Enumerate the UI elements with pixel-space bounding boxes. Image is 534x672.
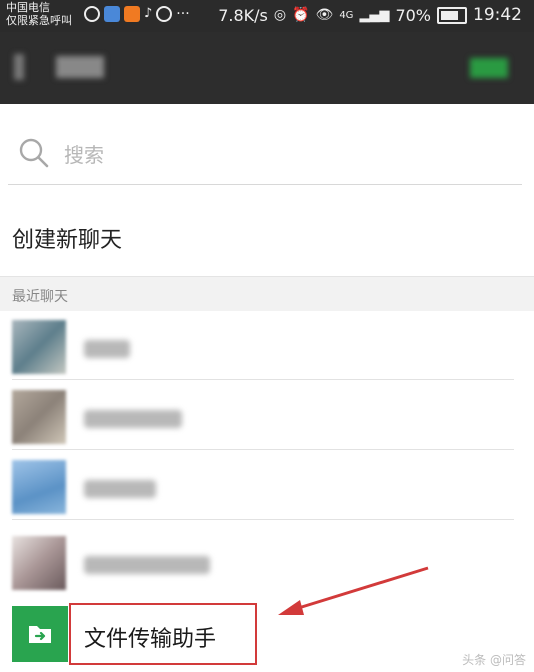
divider (12, 449, 514, 450)
chat-name (84, 410, 182, 428)
create-new-chat-button[interactable]: 创建新聊天 (12, 222, 122, 254)
app-notification-icon (104, 6, 120, 22)
header-action-button[interactable] (470, 58, 508, 78)
recent-chats-header: 最近聊天 (0, 276, 534, 311)
chat-list-item[interactable] (0, 384, 534, 450)
avatar (12, 390, 66, 444)
search-bar[interactable]: 搜索 (8, 122, 522, 185)
wifi-icon: ◎ (273, 7, 287, 23)
carrier-status: 仅限紧急呼叫 (6, 14, 72, 27)
tiktok-icon: ♪ (144, 6, 153, 21)
chat-list-item[interactable] (0, 314, 534, 380)
battery-icon (437, 6, 467, 24)
status-right: 7.8K/s ◎ ⏰ 👁 4G ▂▄▆ 70% 19:42 (218, 5, 522, 25)
annotation-arrow (278, 566, 429, 615)
file-transfer-assistant-label[interactable]: 文件传输助手 (84, 621, 216, 653)
chat-list-item[interactable] (0, 454, 534, 520)
folder-arrow-icon[interactable] (12, 606, 68, 662)
more-icon: ··· (176, 6, 190, 22)
app-notification-icon (84, 6, 100, 22)
avatar (12, 536, 66, 590)
search-icon (19, 138, 49, 168)
eye-icon: 👁 (315, 7, 334, 23)
battery-percent: 70% (395, 5, 431, 25)
taobao-icon (124, 6, 140, 22)
back-icon[interactable] (14, 54, 24, 80)
carrier-info: 中国电信 仅限紧急呼叫 (6, 1, 72, 27)
avatar (12, 320, 66, 374)
app-notification-icon (156, 6, 173, 22)
chat-name (84, 556, 210, 574)
chat-list-item[interactable] (0, 530, 534, 596)
notification-icons: ♪ ··· (84, 6, 190, 22)
chat-name (84, 480, 156, 498)
alarm-icon: ⏰ (292, 7, 310, 23)
clock: 19:42 (473, 5, 522, 25)
carrier-name: 中国电信 (6, 1, 50, 14)
network-type: 4G (339, 9, 354, 21)
divider (12, 379, 514, 380)
signal-icon: ▂▄▆ (359, 7, 390, 23)
divider (12, 519, 514, 520)
status-bar: 中国电信 仅限紧急呼叫 ♪ ··· 7.8K/s ◎ ⏰ 👁 4G ▂▄▆ 70… (0, 0, 534, 32)
watermark: 头条 @问答 (462, 653, 526, 667)
app-header (0, 32, 534, 104)
header-title (56, 56, 104, 78)
avatar (12, 460, 66, 514)
chat-name (84, 340, 130, 358)
search-placeholder: 搜索 (64, 142, 104, 167)
section-title: 最近聊天 (12, 289, 68, 305)
network-speed: 7.8K/s (218, 5, 268, 25)
